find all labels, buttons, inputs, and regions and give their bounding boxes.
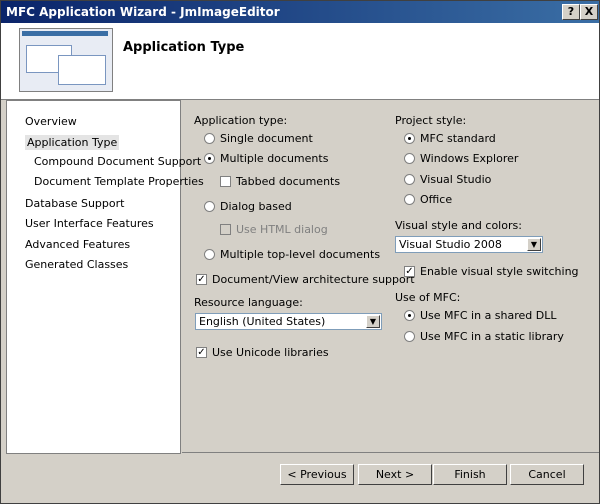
radio-selected-icon[interactable] [404,309,415,321]
wizard-nav: Overview Application Type Compound Docum… [6,100,204,454]
project-style-label: Project style: [395,114,467,127]
chevron-down-icon[interactable]: ▼ [366,315,380,328]
document-view-checkbox[interactable]: ✓ Document/View architecture support [196,272,415,286]
checkmark-icon[interactable]: ✓ [196,273,207,285]
radio-icon[interactable] [204,132,215,144]
nav-overview[interactable]: Overview [25,115,77,128]
multiple-top-level-option[interactable]: Multiple top-level documents [204,247,380,261]
visual-studio-option[interactable]: Visual Studio [404,172,491,186]
radio-icon[interactable] [204,248,215,260]
visual-style-label: Visual style and colors: [395,219,522,232]
radio-icon[interactable] [404,193,415,205]
unicode-libraries-checkbox[interactable]: ✓ Use Unicode libraries [196,345,329,359]
close-button[interactable]: X [580,4,598,20]
previous-button[interactable]: < Previous [280,464,354,485]
wizard-content: Application type: Single document Multip… [182,100,599,452]
nav-database-support[interactable]: Database Support [25,197,124,210]
nav-compound-document-support[interactable]: Compound Document Support [34,155,201,168]
resource-language-select[interactable]: English (United States) ▼ [195,313,382,330]
radio-selected-icon[interactable] [404,132,415,144]
page-title: Application Type [123,40,245,55]
mfc-standard-option[interactable]: MFC standard [404,131,496,145]
windows-explorer-option[interactable]: Windows Explorer [404,151,518,165]
help-button[interactable]: ? [562,4,580,20]
window-title: MFC Application Wizard - JmImageEditor [6,5,280,19]
radio-icon[interactable] [204,200,215,212]
wizard-header: Application Type [1,23,599,100]
radio-icon[interactable] [404,152,415,164]
use-of-mfc-label: Use of MFC: [395,291,461,304]
nav-generated-classes[interactable]: Generated Classes [25,258,128,271]
wizard-thumbnail-icon [19,28,113,92]
radio-icon[interactable] [404,173,415,185]
next-button[interactable]: Next > [358,464,432,485]
nav-user-interface-features[interactable]: User Interface Features [25,217,154,230]
application-type-label: Application type: [194,114,288,127]
cancel-button[interactable]: Cancel [510,464,584,485]
chevron-down-icon[interactable]: ▼ [527,238,541,251]
static-library-option[interactable]: Use MFC in a static library [404,329,564,343]
finish-button[interactable]: Finish [433,464,507,485]
visual-style-select[interactable]: Visual Studio 2008 ▼ [395,236,543,253]
dialog-based-option[interactable]: Dialog based [204,199,292,213]
nav-application-type[interactable]: Application Type [25,135,120,150]
footer-divider [182,452,599,453]
checkbox-icon[interactable] [220,223,231,235]
tabbed-documents-checkbox[interactable]: Tabbed documents [220,174,340,188]
shared-dll-option[interactable]: Use MFC in a shared DLL [404,308,557,322]
wizard-window: MFC Application Wizard - JmImageEditor ?… [0,0,600,504]
checkmark-icon[interactable]: ✓ [196,346,207,358]
checkbox-icon[interactable] [220,175,231,187]
nav-advanced-features[interactable]: Advanced Features [25,238,130,251]
title-bar: MFC Application Wizard - JmImageEditor ?… [1,1,599,23]
radio-icon[interactable] [404,330,415,342]
radio-selected-icon[interactable] [204,152,215,164]
checkmark-icon[interactable]: ✓ [404,265,415,277]
office-option[interactable]: Office [404,192,452,206]
resource-language-label: Resource language: [194,296,303,309]
enable-switching-checkbox[interactable]: ✓ Enable visual style switching [404,264,579,278]
single-document-option[interactable]: Single document [204,131,313,145]
use-html-dialog-checkbox[interactable]: Use HTML dialog [220,222,328,236]
multiple-documents-option[interactable]: Multiple documents [204,151,328,165]
nav-document-template-properties[interactable]: Document Template Properties [34,175,204,188]
